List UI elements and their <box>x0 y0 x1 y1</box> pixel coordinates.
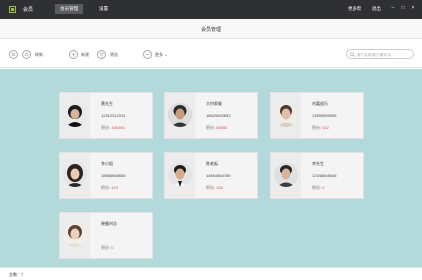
member-name: 李先生 <box>312 161 324 166</box>
points-value: 55555 <box>216 125 228 130</box>
status-bar: 总数：7 <box>0 267 422 280</box>
member-card[interactable]: 晓霸刘总 积分: 0 <box>59 212 153 259</box>
member-count: 总数：7 <box>9 272 24 277</box>
member-phone: 18629592653 <box>206 113 231 118</box>
filter-label[interactable]: 筛选 <box>110 52 118 58</box>
member-name: 陈老板 <box>206 161 218 166</box>
member-card[interactable]: 黄先生 12312312312 积分: 456456 <box>59 92 153 139</box>
app-logo-icon <box>9 6 16 13</box>
points-value: 0 <box>322 185 325 190</box>
app-name: 会员 <box>23 7 34 13</box>
member-points: 积分: 0 <box>101 245 113 251</box>
card-photo-area <box>60 153 90 198</box>
search-box[interactable] <box>346 49 414 59</box>
points-label: 积分: <box>101 245 111 250</box>
tab-member-management[interactable]: 会员管理 <box>55 4 84 14</box>
points-value: 330 <box>216 185 223 190</box>
avatar <box>63 223 87 247</box>
member-name: 黄先生 <box>101 101 113 106</box>
points-label: 积分: <box>206 125 216 130</box>
filter-button[interactable] <box>97 50 106 59</box>
points-label: 积分: <box>206 185 216 190</box>
tab-settings[interactable]: 设置 <box>94 4 113 14</box>
more-text: 更多 <box>155 52 163 57</box>
points-label: 积分: <box>312 185 322 190</box>
member-card[interactable]: 李先生 12345645645 积分: 0 <box>270 152 364 199</box>
points-label: 积分: <box>312 125 322 130</box>
card-photo-area <box>165 153 195 198</box>
member-points: 积分: 429 <box>101 185 118 191</box>
points-value: 0 <box>111 245 114 250</box>
points-value: 522 <box>322 125 329 130</box>
avatar <box>63 103 87 127</box>
member-phone: 18566565656 <box>101 173 126 178</box>
minus-icon <box>145 54 150 55</box>
member-card[interactable]: 刘嘉遥乐 13595959595 积分: 522 <box>270 92 364 139</box>
chevron-down-icon: ⌄ <box>164 52 168 57</box>
member-points: 积分: 55555 <box>206 125 227 131</box>
back-button[interactable] <box>9 50 18 59</box>
member-name: 大何郭美 <box>206 101 222 106</box>
avatar <box>168 103 192 127</box>
filter-icon <box>99 52 104 57</box>
toolbar: 刷新 新建 筛选 更多 ⌄ <box>0 40 422 68</box>
member-phone: 14564564789 <box>206 173 231 178</box>
refresh-label[interactable]: 刷新 <box>35 52 43 58</box>
plus-icon <box>71 52 76 57</box>
title-bar: 会员 会员管理 设置 更多帮 退出 – □ × <box>0 0 422 19</box>
refresh-button[interactable] <box>22 50 31 59</box>
member-card[interactable]: 大何郭美 18629592653 积分: 55555 <box>164 92 258 139</box>
avatar <box>168 163 192 187</box>
card-photo-area <box>165 93 195 138</box>
member-points: 积分: 456456 <box>101 125 125 131</box>
search-icon <box>350 52 355 57</box>
card-photo-area <box>60 93 90 138</box>
help-link[interactable]: 更多帮 <box>348 6 361 12</box>
member-phone: 13595959595 <box>312 113 337 118</box>
member-phone: 12345645645 <box>312 173 337 178</box>
member-name: 李小姐 <box>101 161 113 166</box>
refresh-icon <box>24 52 29 57</box>
more-button[interactable] <box>143 50 152 59</box>
page-header: 会员管理 <box>0 19 422 39</box>
points-value: 456456 <box>111 125 125 130</box>
avatar <box>274 103 298 127</box>
points-value: 429 <box>111 185 118 190</box>
member-points: 积分: 0 <box>312 185 324 191</box>
new-button[interactable] <box>69 50 78 59</box>
back-icon <box>11 52 16 57</box>
member-points: 积分: 330 <box>206 185 223 191</box>
minimize-icon[interactable]: – <box>390 5 396 11</box>
logout-link[interactable]: 退出 <box>372 6 381 12</box>
card-photo-area <box>271 93 301 138</box>
avatar <box>274 163 298 187</box>
close-icon[interactable]: × <box>410 5 416 11</box>
member-card[interactable]: 陈老板 14564564789 积分: 330 <box>164 152 258 199</box>
member-name: 晓霸刘总 <box>101 221 117 226</box>
more-label[interactable]: 更多 ⌄ <box>155 52 167 58</box>
member-phone: 12312312312 <box>101 113 126 118</box>
card-photo-area <box>271 153 301 198</box>
new-label[interactable]: 新建 <box>81 52 89 58</box>
member-points: 积分: 522 <box>312 125 329 131</box>
points-label: 积分: <box>101 125 111 130</box>
card-photo-area <box>60 213 90 258</box>
maximize-icon[interactable]: □ <box>400 5 406 11</box>
page-title: 会员管理 <box>200 27 221 33</box>
search-input[interactable] <box>357 51 413 58</box>
member-name: 刘嘉遥乐 <box>312 101 328 106</box>
member-card[interactable]: 李小姐 18566565656 积分: 429 <box>59 152 153 199</box>
points-label: 积分: <box>101 185 111 190</box>
avatar <box>63 163 87 187</box>
